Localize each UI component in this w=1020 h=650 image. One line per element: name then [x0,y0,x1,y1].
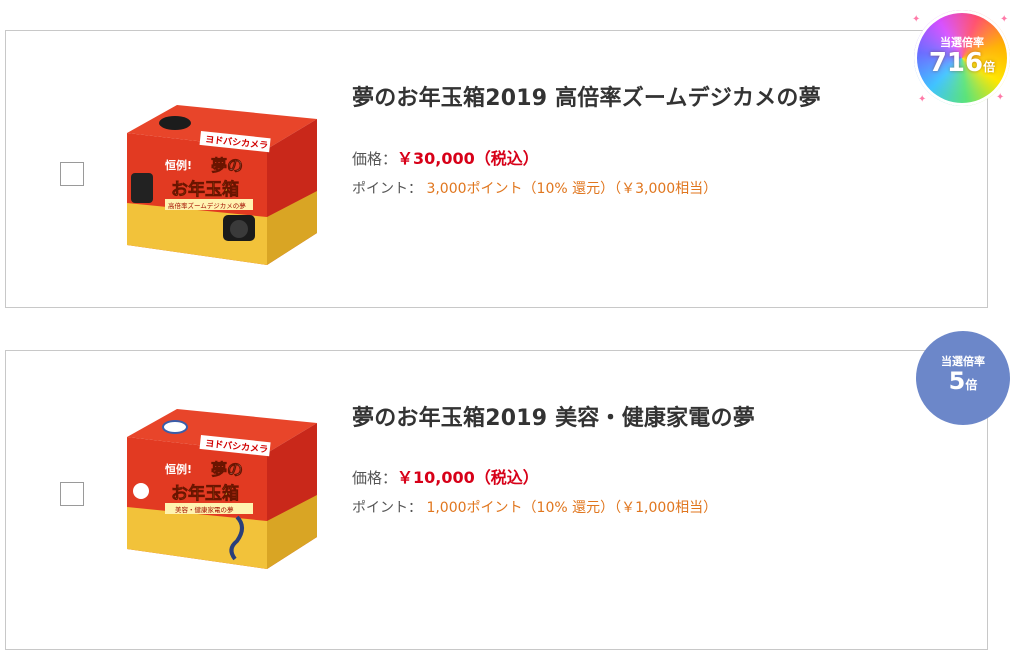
lucky-box-image: ヨドバシカメラ 恒例! 夢の お年玉箱 高倍率ズームデジカメの夢 [127,105,317,265]
box-title-text-2: お年玉箱 [171,179,239,200]
sparkle-icon: ✦ [1000,14,1009,25]
price-value: ￥10,000（税込） [397,468,539,487]
badge-unit: 倍 [965,378,978,392]
price-label: 価格： [352,469,398,487]
box-title-text-2: お年玉箱 [171,483,239,504]
sparkle-icon: ✦ [918,94,927,105]
price-row: 価格：￥10,000（税込） [352,464,539,488]
box-title-text-1: 夢の [211,460,243,479]
points-value: 3,000ポイント（10% 還元）（￥3,000相当） [426,181,718,197]
points-label: ポイント： [352,500,422,516]
badge-value: 5倍 [948,367,978,395]
product-card: ヨドバシカメラ 恒例! 夢の お年玉箱 美容・健康家電の夢 夢のお年玉箱2019… [5,350,988,650]
select-checkbox[interactable] [60,482,84,506]
product-title[interactable]: 夢のお年玉箱2019 美容・健康家電の夢 [352,400,755,432]
badge-unit: 倍 [983,60,996,74]
box-tagline-text: 恒例! [165,462,192,476]
points-row: ポイント： 3,000ポイント（10% 還元）（￥3,000相当） [352,178,717,198]
price-row: 価格：￥30,000（税込） [352,145,539,169]
badge-value: 716倍 [928,48,996,78]
select-checkbox[interactable] [60,162,84,186]
box-title-text-1: 夢の [211,156,243,175]
lucky-box-image: ヨドバシカメラ 恒例! 夢の お年玉箱 美容・健康家電の夢 [127,409,317,569]
sparkle-icon: ✦ [912,14,921,25]
box-tagline-text: 恒例! [165,158,192,172]
box-subtitle-text: 高倍率ズームデジカメの夢 [168,201,246,210]
price-value: ￥30,000（税込） [397,149,539,168]
product-card: ヨドバシカメラ 恒例! 夢の お年玉箱 高倍率ズームデジカメの夢 夢のお年玉箱2… [5,30,988,308]
sparkle-icon: ✦ [996,92,1005,103]
points-value: 1,000ポイント（10% 還元）（￥1,000相当） [426,500,718,516]
points-label: ポイント： [352,181,422,197]
price-label: 価格： [352,150,398,168]
box-subtitle-text: 美容・健康家電の夢 [175,505,234,514]
win-rate-badge: 当選倍率 5倍 [916,331,1010,425]
points-row: ポイント： 1,000ポイント（10% 還元）（￥1,000相当） [352,497,717,517]
product-title[interactable]: 夢のお年玉箱2019 高倍率ズームデジカメの夢 [352,80,821,112]
